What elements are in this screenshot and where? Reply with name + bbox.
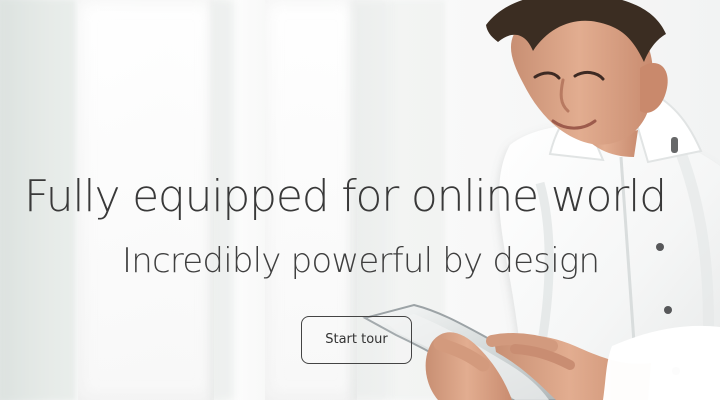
start-tour-button[interactable]: Start tour [301, 316, 412, 364]
collar-button [671, 137, 678, 153]
hero-headline: Fully equipped for online world [24, 171, 667, 222]
shirt-button [664, 306, 672, 314]
hero-banner: Fully equipped for online world Incredib… [0, 0, 720, 400]
hero-subheadline: Incredibly powerful by design [122, 241, 600, 281]
shirt-button [656, 243, 664, 251]
